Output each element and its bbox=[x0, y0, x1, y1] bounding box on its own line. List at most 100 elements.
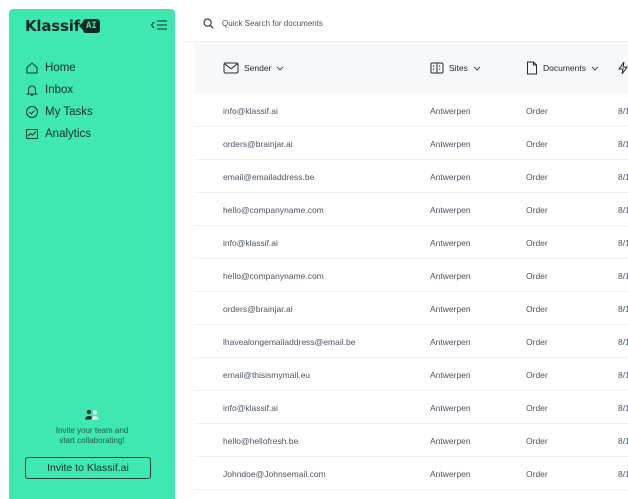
cell-document: Order bbox=[526, 369, 548, 380]
cell-sender: email@thisismymail.eu bbox=[223, 369, 311, 380]
chevron-down-icon bbox=[277, 66, 284, 71]
table-row[interactable]: orders@brainjar.ai Antwerpen Order 8/1 bbox=[194, 127, 628, 160]
table-row[interactable]: info@klassif.ai Antwerpen Order 8/1 bbox=[194, 226, 628, 259]
sidebar-item-label: Home bbox=[45, 62, 76, 74]
table-row[interactable]: Johndoe@Johnsemail.com Antwerpen Order 8… bbox=[194, 457, 628, 490]
table-row[interactable]: info@klassif.ai Antwerpen Order 8/1 bbox=[194, 94, 628, 127]
cell-site: Antwerpen bbox=[430, 270, 471, 281]
cell-document: Order bbox=[526, 171, 548, 182]
cell-document: Order bbox=[526, 105, 548, 116]
building-icon bbox=[430, 62, 444, 74]
cell-date: 8/1 bbox=[618, 468, 628, 479]
cell-site: Antwerpen bbox=[430, 204, 471, 215]
document-icon bbox=[527, 61, 537, 75]
cell-date: 8/1 bbox=[618, 303, 628, 314]
invite-team-panel: Invite your team and start collaborating… bbox=[9, 409, 175, 446]
mail-icon bbox=[223, 62, 239, 74]
cell-site: Antwerpen bbox=[430, 237, 471, 248]
column-label: Sender bbox=[244, 63, 272, 73]
check-circle-icon bbox=[25, 105, 39, 119]
sidebar: Klassif AI Home Inbox My Tasks Analytics… bbox=[9, 9, 175, 499]
sidebar-nav: Home Inbox My Tasks Analytics bbox=[25, 57, 165, 145]
cell-site: Antwerpen bbox=[430, 171, 471, 182]
cell-sender: orders@brainjar.ai bbox=[223, 138, 293, 149]
cell-sender: Johndoe@Johnsemail.com bbox=[223, 468, 326, 479]
cell-date: 8/1 bbox=[618, 270, 628, 281]
cell-date: 8/1 bbox=[618, 435, 628, 446]
table-row[interactable]: hello@hellofresh.be Antwerpen Order 8/1 bbox=[194, 424, 628, 457]
cell-date: 8/1 bbox=[618, 336, 628, 347]
lightning-icon bbox=[618, 61, 628, 75]
cell-document: Order bbox=[526, 204, 548, 215]
cell-sender: hello@hellofresh.be bbox=[223, 435, 299, 446]
table-row[interactable]: hello@companyname.com Antwerpen Order 8/… bbox=[194, 259, 628, 292]
cell-site: Antwerpen bbox=[430, 105, 471, 116]
collapse-menu-icon bbox=[150, 20, 167, 30]
chevron-down-icon bbox=[473, 66, 481, 71]
cell-date: 8/1 bbox=[618, 237, 628, 248]
cell-site: Antwerpen bbox=[430, 303, 471, 314]
cell-sender: info@klassif.ai bbox=[223, 237, 278, 248]
documents-table: Sender Sites Documents info@klassif.ai A… bbox=[194, 42, 628, 499]
cell-date: 8/1 bbox=[618, 105, 628, 116]
search-bar bbox=[185, 6, 628, 42]
search-input[interactable] bbox=[222, 19, 522, 28]
search-icon[interactable] bbox=[203, 18, 214, 29]
cell-document: Order bbox=[526, 336, 548, 347]
sidebar-item-home[interactable]: Home bbox=[25, 57, 165, 79]
cell-date: 8/1 bbox=[618, 402, 628, 413]
table-header: Sender Sites Documents bbox=[194, 42, 628, 94]
sidebar-item-my-tasks[interactable]: My Tasks bbox=[25, 101, 165, 123]
invite-text-line-1: Invite your team and bbox=[55, 426, 129, 435]
column-status[interactable] bbox=[617, 59, 628, 77]
table-row[interactable]: info@klassif.ai Antwerpen Order 8/1 bbox=[194, 391, 628, 424]
chevron-down-icon bbox=[591, 66, 599, 71]
cell-site: Antwerpen bbox=[430, 435, 471, 446]
invite-button[interactable]: Invite to Klassif.ai bbox=[25, 457, 151, 479]
column-label: Documents bbox=[543, 63, 586, 73]
cell-sender: info@klassif.ai bbox=[223, 105, 278, 116]
cell-sender: orders@brainjar.ai bbox=[223, 303, 293, 314]
cell-document: Order bbox=[526, 468, 548, 479]
team-icon bbox=[85, 409, 99, 420]
analytics-icon bbox=[25, 127, 39, 141]
table-row[interactable]: email@emailaddress.be Antwerpen Order 8/… bbox=[194, 160, 628, 193]
cell-date: 8/1 bbox=[618, 171, 628, 182]
table-row[interactable]: email@thisismymail.eu Antwerpen Order 8/… bbox=[194, 358, 628, 391]
invite-text-line-2: start collaborating! bbox=[59, 436, 125, 445]
column-label: Sites bbox=[449, 63, 468, 73]
sidebar-item-label: Inbox bbox=[45, 84, 74, 96]
cell-document: Order bbox=[526, 237, 548, 248]
collapse-sidebar-button[interactable] bbox=[150, 17, 168, 33]
cell-document: Order bbox=[526, 303, 548, 314]
cell-site: Antwerpen bbox=[430, 468, 471, 479]
cell-document: Order bbox=[526, 270, 548, 281]
cell-document: Order bbox=[526, 435, 548, 446]
sidebar-item-analytics[interactable]: Analytics bbox=[25, 123, 165, 145]
sidebar-item-inbox[interactable]: Inbox bbox=[25, 79, 165, 101]
brand-logo[interactable]: Klassif AI bbox=[25, 16, 100, 36]
bell-icon bbox=[25, 83, 39, 97]
cell-date: 8/1 bbox=[618, 369, 628, 380]
cell-site: Antwerpen bbox=[430, 138, 471, 149]
table-row[interactable]: orders@brainjar.ai Antwerpen Order 8/1 bbox=[194, 292, 628, 325]
cell-site: Antwerpen bbox=[430, 336, 471, 347]
table-row[interactable]: hello@companyname.com Antwerpen Order 8/… bbox=[194, 193, 628, 226]
brand-badge: AI bbox=[79, 19, 100, 33]
cell-document: Order bbox=[526, 138, 548, 149]
column-documents[interactable]: Documents bbox=[526, 59, 599, 77]
column-sender[interactable]: Sender bbox=[223, 59, 284, 77]
cell-date: 8/1 bbox=[618, 138, 628, 149]
brand-name: Klassif bbox=[25, 17, 81, 35]
cell-sender: lhavealongemailaddress@email.be bbox=[223, 336, 356, 347]
cell-sender: hello@companyname.com bbox=[223, 204, 324, 215]
column-sites[interactable]: Sites bbox=[430, 59, 481, 77]
sidebar-item-label: My Tasks bbox=[45, 106, 93, 118]
cell-site: Antwerpen bbox=[430, 402, 471, 413]
cell-sender: email@emailaddress.be bbox=[223, 171, 315, 182]
cell-sender: info@klassif.ai bbox=[223, 402, 278, 413]
home-icon bbox=[25, 61, 39, 75]
sidebar-item-label: Analytics bbox=[45, 128, 92, 140]
cell-document: Order bbox=[526, 402, 548, 413]
table-row[interactable]: lhavealongemailaddress@email.be Antwerpe… bbox=[194, 325, 628, 358]
